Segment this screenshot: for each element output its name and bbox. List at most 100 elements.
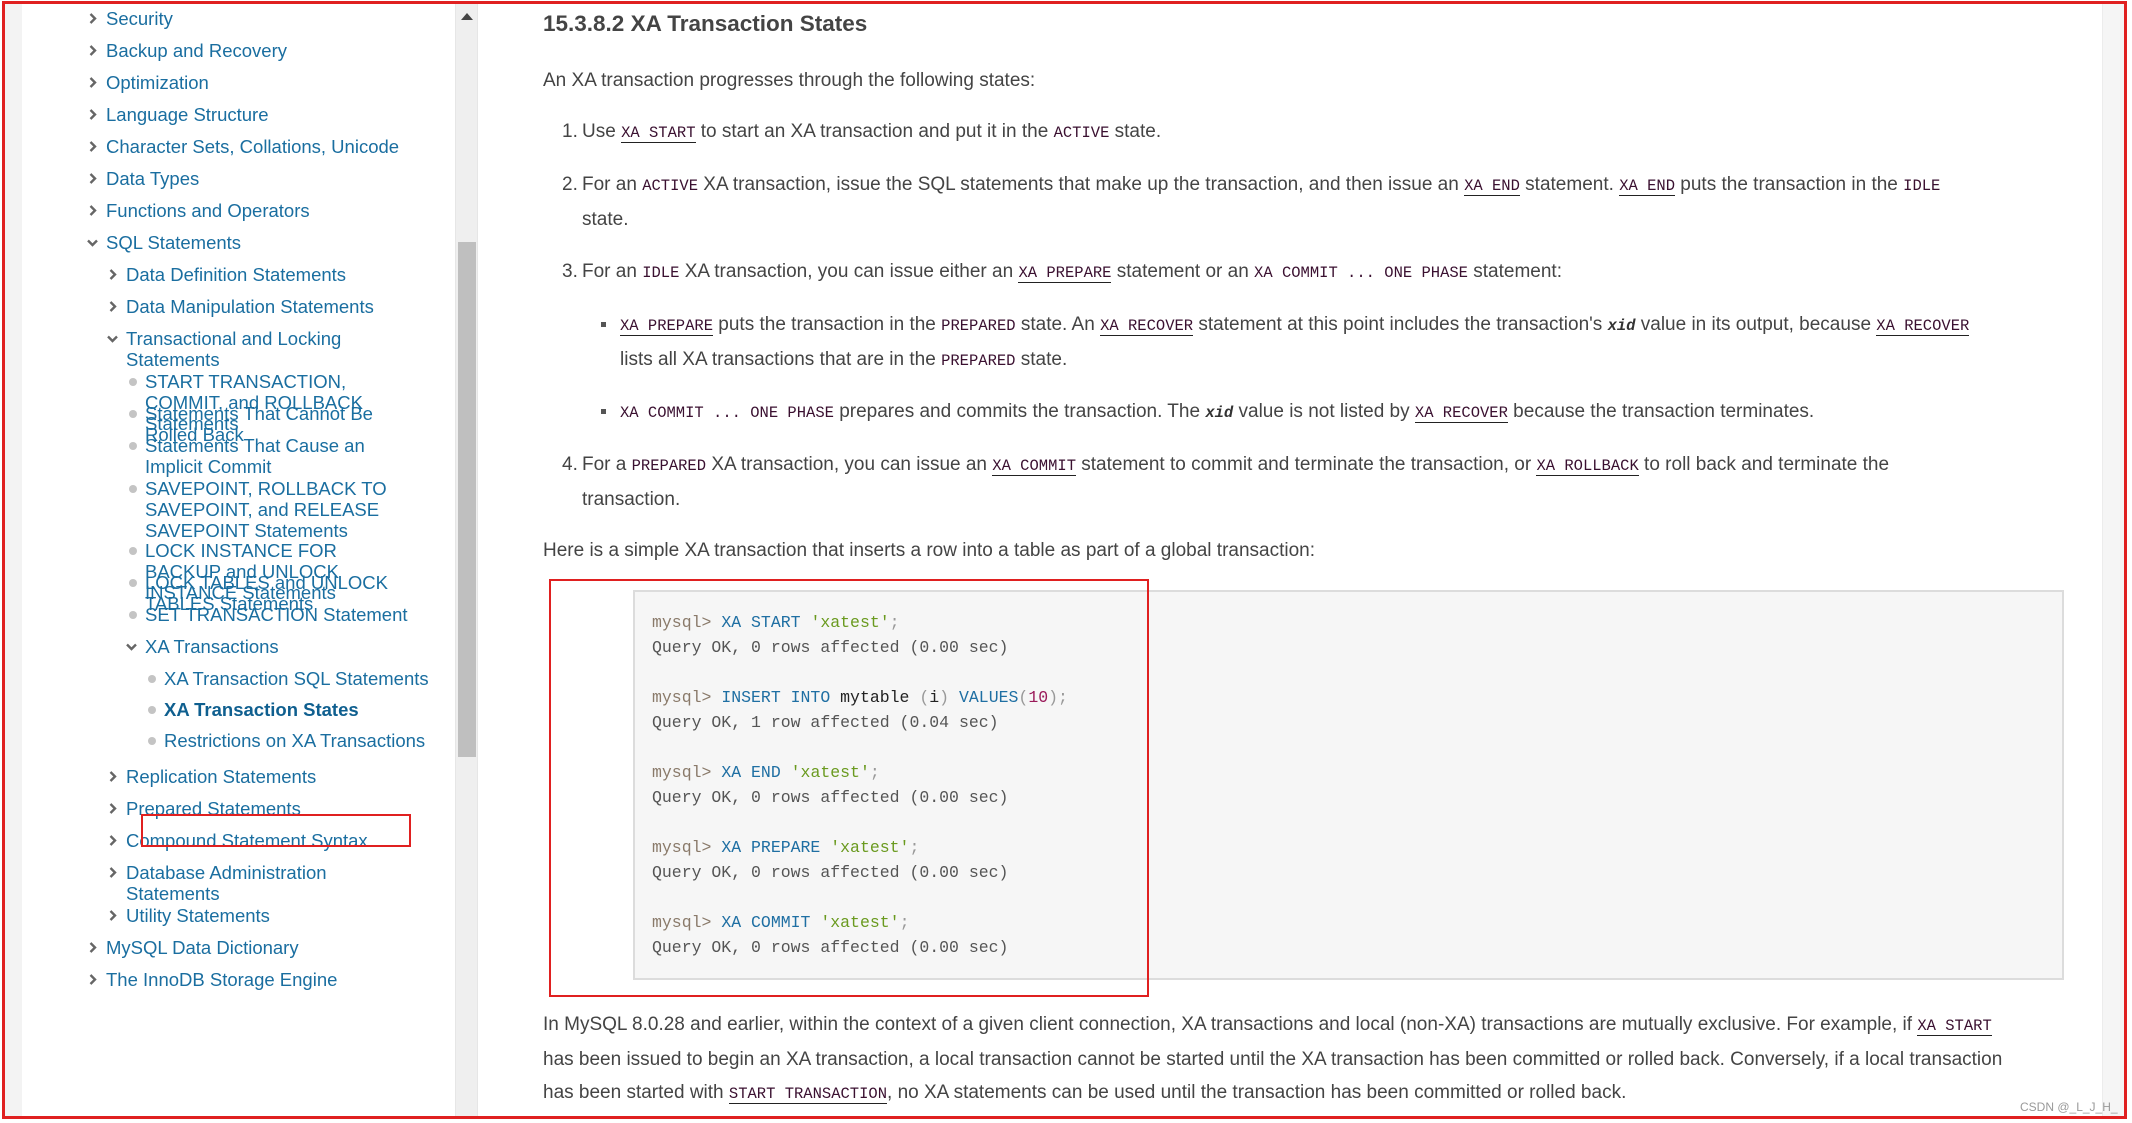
watermark: CSDN @_L_J_H_ — [2020, 1100, 2118, 1114]
text-run: puts the transaction in the — [713, 314, 942, 335]
sidebar-item[interactable]: The InnoDB Storage Engine — [86, 969, 337, 990]
chevron-right-icon[interactable] — [89, 205, 99, 217]
text-run: statement at this point includes the tra… — [1193, 314, 1608, 335]
sidebar-item-label: Statements That Cause an Implicit Commit — [145, 435, 365, 477]
current-item-highlight-box — [141, 814, 411, 847]
sidebar-item-label: Utility Statements — [126, 905, 270, 926]
inline-code: ACTIVE — [642, 177, 699, 195]
chevron-right-icon[interactable] — [89, 141, 99, 153]
sidebar-item[interactable]: Data Types — [86, 168, 199, 189]
bullet-dot-icon — [129, 611, 137, 619]
right-gutter — [2102, 4, 2127, 1119]
inline-code: ACTIVE — [1053, 124, 1110, 142]
statement-link[interactable]: XA END — [1464, 177, 1520, 196]
sidebar-item[interactable]: Utility Statements — [106, 905, 270, 926]
statement-link[interactable]: START TRANSACTION — [728, 1085, 888, 1104]
sidebar-item[interactable]: Data Definition Statements — [106, 264, 346, 285]
text-run: state. — [1015, 349, 1068, 370]
chevron-right-icon[interactable] — [109, 269, 119, 281]
scroll-up-arrow-icon[interactable] — [461, 13, 473, 20]
sidebar-item-label: XA Transaction SQL Statements — [164, 668, 429, 689]
sidebar-item[interactable]: Backup and Recovery — [86, 40, 287, 61]
sidebar-item-label: Functions and Operators — [106, 200, 310, 221]
step-text: For an ACTIVE XA transaction, issue the … — [582, 168, 1992, 237]
chevron-right-icon[interactable] — [89, 13, 99, 25]
sidebar-item-label: MySQL Data Dictionary — [106, 937, 299, 958]
sidebar-item[interactable]: Language Structure — [86, 104, 269, 125]
sidebar-item[interactable]: MySQL Data Dictionary — [86, 937, 299, 958]
sidebar-item[interactable]: Restrictions on XA Transactions — [144, 730, 425, 751]
step-text: For a PREPARED XA transaction, you can i… — [582, 448, 1992, 517]
sidebar-item-label: Data Types — [106, 168, 200, 189]
inline-code: IDLE — [1903, 177, 1941, 195]
step-number: 4. — [562, 454, 578, 475]
chevron-down-icon[interactable] — [87, 239, 98, 251]
statement-link[interactable]: XA ROLLBACK — [1536, 457, 1639, 476]
bullet-dot-icon — [148, 706, 156, 714]
statement-link[interactable]: XA END — [1619, 177, 1675, 196]
chevron-right-icon[interactable] — [109, 301, 119, 313]
sidebar-item-label: Optimization — [106, 72, 209, 93]
step-text: For an IDLE XA transaction, you can issu… — [582, 255, 1992, 290]
text-run: statement. — [1519, 174, 1620, 195]
text-run: XA transaction, issue the SQL statements… — [698, 174, 1465, 195]
sidebar-item[interactable]: Data Manipulation Statements — [106, 296, 374, 317]
sidebar-item[interactable]: XA Transactions — [125, 636, 279, 657]
sidebar-item-label: The InnoDB Storage Engine — [106, 969, 338, 990]
sidebar-item[interactable]: SAVEPOINT, ROLLBACK TO SAVEPOINT, and RE… — [125, 478, 455, 541]
statement-link[interactable]: XA PREPARE — [1018, 264, 1112, 283]
sidebar-scrollbar[interactable] — [455, 4, 478, 1119]
sidebar-item-label: SQL Statements — [106, 232, 242, 253]
chevron-right-icon[interactable] — [109, 803, 119, 815]
sidebar-item-label: Security — [106, 8, 173, 29]
statement-link[interactable]: XA RECOVER — [1100, 317, 1194, 336]
chevron-right-icon[interactable] — [89, 173, 99, 185]
statement-link[interactable]: XA RECOVER — [1876, 317, 1970, 336]
chevron-down-icon[interactable] — [126, 643, 137, 655]
sidebar-item[interactable]: Statements That Cause an Implicit Commit — [125, 435, 415, 477]
statement-link[interactable]: XA COMMIT — [992, 457, 1076, 476]
sidebar-item[interactable]: Optimization — [86, 72, 209, 93]
chevron-right-icon[interactable] — [109, 910, 119, 922]
statement-link[interactable]: XA RECOVER — [1414, 404, 1508, 423]
statement-link[interactable]: XA PREPARE — [620, 317, 714, 336]
code-highlight-box — [549, 579, 1149, 997]
sidebar-item-label: Character Sets, Collations, Unicode — [106, 136, 400, 157]
bullet-text: XA PREPARE puts the transaction in the P… — [620, 308, 2000, 378]
sidebar-item[interactable]: Security — [86, 8, 173, 29]
sidebar-item[interactable]: Functions and Operators — [86, 200, 310, 221]
chevron-right-icon[interactable] — [109, 867, 119, 879]
text-run: statement to commit and terminate the tr… — [1076, 454, 1537, 475]
chevron-right-icon[interactable] — [109, 771, 119, 783]
sidebar-item[interactable]: XA Transaction States — [144, 699, 359, 720]
text-run: to start an XA transaction and put it in… — [695, 121, 1054, 142]
chevron-right-icon[interactable] — [89, 45, 99, 57]
sidebar-item[interactable]: Replication Statements — [106, 766, 316, 787]
sidebar-item-label: Backup and Recovery — [106, 40, 287, 61]
sidebar-item[interactable]: SQL Statements — [86, 232, 241, 253]
chevron-right-icon[interactable] — [89, 974, 99, 986]
sidebar-item[interactable]: Character Sets, Collations, Unicode — [86, 136, 399, 157]
bullet-dot-icon — [129, 547, 137, 555]
text-run: Use — [582, 121, 622, 142]
chevron-down-icon[interactable] — [107, 335, 118, 347]
statement-link[interactable]: XA START — [621, 124, 696, 143]
chevron-right-icon[interactable] — [109, 835, 119, 847]
sidebar-item[interactable]: Database Administration Statements — [106, 862, 356, 904]
sidebar-item[interactable]: XA Transaction SQL Statements — [144, 668, 429, 689]
chevron-right-icon[interactable] — [89, 109, 99, 121]
bullet-dot-icon — [129, 442, 137, 450]
inline-code: IDLE — [642, 264, 680, 282]
bullet-dot-icon — [148, 675, 156, 683]
chevron-right-icon[interactable] — [89, 77, 99, 89]
text-run: state. An — [1015, 314, 1101, 335]
statement-link[interactable]: XA START — [1917, 1017, 1992, 1036]
main-content: 15.3.8.2 XA Transaction States An XA tra… — [478, 4, 2102, 1119]
scrollbar-thumb[interactable] — [458, 242, 476, 757]
sidebar-item[interactable]: SET TRANSACTION Statement — [125, 604, 408, 625]
chevron-right-icon[interactable] — [89, 942, 99, 954]
sidebar-item-label: XA Transaction States — [164, 699, 359, 720]
square-bullet-icon — [601, 409, 606, 414]
sidebar-item-label: Restrictions on XA Transactions — [164, 730, 426, 751]
sidebar-item[interactable]: Transactional and Locking Statements — [106, 328, 356, 370]
